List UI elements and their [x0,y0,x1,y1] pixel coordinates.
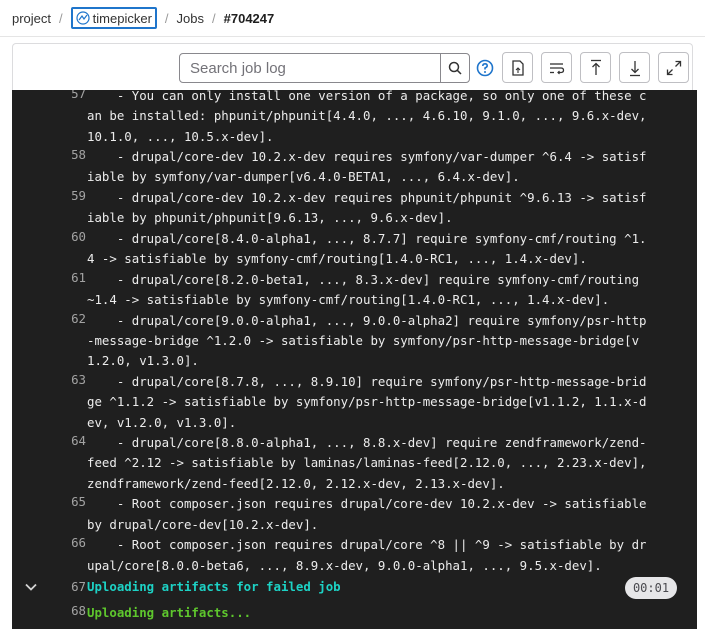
arrow-up-icon [590,59,601,75]
log-line-text: - drupal/core[8.7.8, ..., 8.9.10] requir… [87,374,647,389]
breadcrumb-separator: / [59,10,63,26]
line-wrap-button[interactable] [541,52,572,83]
breadcrumb-subproject-label: timepicker [92,10,152,26]
chevron-down-icon[interactable] [24,580,38,594]
job-log: 57 - You can only install one version of… [12,90,697,629]
log-line: 65 - Root composer.json requires drupal/… [12,494,697,535]
log-section-title: Uploading artifacts for failed job [87,579,341,595]
text-wrap-icon [549,62,564,74]
maximize-icon [666,60,681,75]
job-log-toolbar [12,43,693,90]
section-duration-badge: 00:01 [625,577,677,600]
breadcrumb-project[interactable]: project [12,11,51,26]
log-line-text: - Root composer.json requires drupal/cor… [87,496,647,512]
scroll-to-top-button[interactable] [580,52,611,83]
search-box [179,53,470,83]
header-divider [0,36,705,37]
log-line-text: iable by symfony/var-dumper[v6.4.0-BETA1… [87,169,520,185]
breadcrumb-jobs[interactable]: Jobs [177,11,204,26]
log-line-text: feed ^2.12 -> satisfiable by laminas/lam… [87,455,647,471]
log-line-number[interactable]: 65 [42,494,86,509]
log-line-text: upal/core[8.0.0-beta6, ..., 8.9.x-dev, 9… [87,557,602,573]
log-line-number[interactable]: 61 [42,270,86,285]
breadcrumb-separator: / [212,10,216,26]
log-line: 61 - drupal/core[8.2.0-beta1, ..., 8.3.x… [12,270,697,311]
log-line-text: ev, v1.2.0, v1.3.0]. [87,414,237,430]
log-line-number[interactable]: 60 [42,229,86,244]
log-line-text: - drupal/core[8.2.0-beta1, ..., 8.3.x-de… [87,271,640,287]
log-section-header[interactable]: 67 Uploading artifacts for failed job 00:0… [12,577,697,601]
search-button[interactable] [440,54,469,82]
scroll-to-bottom-button[interactable] [619,52,650,83]
log-line-number[interactable]: 57 [42,90,86,101]
log-line-number[interactable]: 68 [42,603,86,618]
log-line-text: - drupal/core[9.0.0-alpha1, ..., 9.0.0-a… [87,312,647,328]
log-line-text: by drupal/core-dev[10.2.x-dev]. [87,516,319,532]
log-line: 62 - drupal/core[9.0.0-alpha1, ..., 9.0.… [12,311,697,372]
search-job-log-input[interactable] [180,54,440,82]
arrow-down-icon [629,60,640,76]
log-line-text: Uploading artifacts... [87,605,252,621]
log-line-text: - drupal/core[8.8.0-alpha1, ..., 8.8.x-d… [87,435,647,451]
log-line-number[interactable]: 66 [42,535,86,550]
log-line-text: iable by phpunit/phpunit[9.6.13, ..., 9.… [87,210,453,226]
log-line: 59 - drupal/core-dev 10.2.x-dev requires… [12,188,697,229]
log-line-number[interactable]: 67 [42,579,86,594]
log-line-text: 1.2.0, v1.3.0]. [87,353,199,369]
log-line-text: ~1.4 -> satisfiable by symfony-cmf/routi… [87,292,610,308]
log-line-text: 10.1.0, ..., 10.5.x-dev]. [87,128,274,144]
log-line: 57 - You can only install one version of… [12,90,697,147]
log-line-text: zendframework/zend-feed[2.12.0, 2.12.x-d… [87,475,505,491]
log-line: 58 - drupal/core-dev 10.2.x-dev requires… [12,147,697,188]
log-line-number[interactable]: 64 [42,433,86,448]
log-line-text: an be installed: phpunit/phpunit[4.4.0, … [87,108,647,124]
log-line: 66 - Root composer.json requires drupal/… [12,535,697,576]
log-line-number[interactable]: 62 [42,311,86,326]
log-line-number[interactable]: 63 [42,372,86,387]
log-line: 60 - drupal/core[8.4.0-alpha1, ..., 8.7.… [12,229,697,270]
log-line-text: - drupal/core[8.4.0-alpha1, ..., 8.7.7] … [87,231,647,246]
search-icon [448,61,462,75]
breadcrumb-subproject[interactable]: timepicker [70,7,157,29]
log-line-text: -message-bridge ^1.2.0 -> satisfiable by… [87,333,640,349]
project-avatar-icon [76,11,90,25]
log-line: 68 Uploading artifacts... [12,603,697,624]
log-line-text: 4 -> satisfiable by symfony-cmf/routing[… [87,251,587,267]
log-line-text: - Root composer.json requires drupal/cor… [87,537,647,553]
log-line-text: ge ^1.1.2 -> satisfiable by symfony/psr-… [87,394,647,410]
log-line-number[interactable]: 58 [42,147,86,162]
log-line-text: - drupal/core-dev 10.2.x-dev requires ph… [87,190,647,206]
breadcrumb: project / timepicker / Jobs / #704247 [0,0,705,36]
help-icon[interactable] [476,59,494,77]
document-icon [511,59,524,76]
log-line-number[interactable]: 59 [42,188,86,203]
log-line-text: - drupal/core-dev 10.2.x-dev requires sy… [87,149,647,165]
log-line-text: - You can only install one version of a … [87,90,647,103]
raw-log-button[interactable] [502,52,533,83]
log-line: 64 - drupal/core[8.8.0-alpha1, ..., 8.8.… [12,433,697,494]
breadcrumb-job-id: #704247 [223,10,275,26]
log-line: 63 - drupal/core[8.7.8, ..., 8.9.10] req… [12,372,697,433]
fullscreen-button[interactable] [658,52,689,83]
breadcrumb-separator: / [164,10,169,26]
